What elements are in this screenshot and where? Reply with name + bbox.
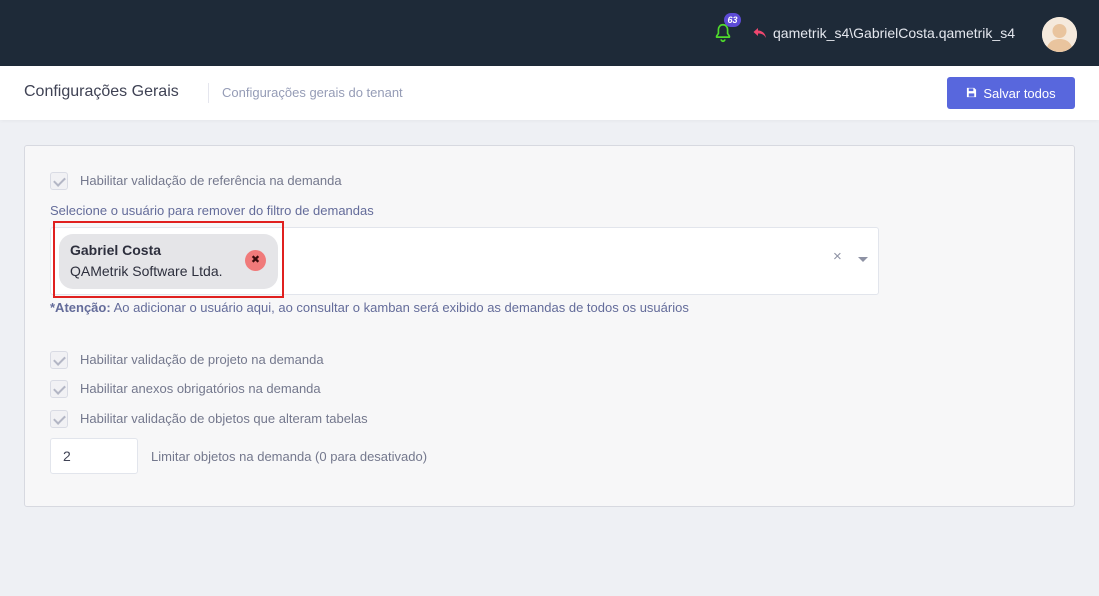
remove-user-icon[interactable]: ✖ — [245, 250, 266, 271]
user-name[interactable]: qametrik_s4\GabrielCosta.qametrik_s4 — [773, 25, 1015, 41]
subheader-separator — [208, 83, 209, 103]
reference-validation-checkbox[interactable] — [50, 172, 68, 190]
chevron-down-icon[interactable] — [858, 257, 868, 262]
attention-text: Ao adicionar o usuário aqui, ao consulta… — [110, 300, 689, 315]
avatar[interactable] — [1042, 17, 1077, 52]
reference-validation-label: Habilitar validação de referência na dem… — [80, 173, 342, 188]
objects-validation-label: Habilitar validação de objetos que alter… — [80, 411, 368, 426]
page-title: Configurações Gerais — [24, 83, 179, 100]
user-select-label: Selecione o usuário para remover do filt… — [50, 203, 374, 218]
object-limit-label: Limitar objetos na demanda (0 para desat… — [151, 449, 428, 464]
selected-user-company: QAMetrik Software Ltda. — [70, 263, 223, 279]
save-icon — [966, 86, 977, 101]
attention-note: *Atenção: Ao adicionar o usuário aqui, a… — [50, 300, 689, 315]
save-all-label: Salvar todos — [983, 85, 1056, 101]
subheader: Configurações Gerais Configurações gerai… — [0, 66, 1099, 120]
project-validation-checkbox[interactable] — [50, 351, 68, 369]
attention-prefix: *Atenção: — [50, 300, 111, 315]
switch-account-icon[interactable] — [752, 25, 768, 41]
required-attachments-checkbox[interactable] — [50, 380, 68, 398]
save-all-button[interactable]: Salvar todos — [947, 77, 1075, 109]
project-validation-label: Habilitar validação de projeto na demand… — [80, 352, 324, 367]
selected-user-name: Gabriel Costa — [70, 242, 162, 258]
page-description: Configurações gerais do tenant — [222, 85, 403, 100]
required-attachments-label: Habilitar anexos obrigatórios na demanda — [80, 381, 321, 396]
object-limit-input[interactable] — [50, 438, 138, 474]
notification-count-badge: 63 — [724, 13, 741, 27]
objects-validation-checkbox[interactable] — [50, 410, 68, 428]
clear-selection-icon[interactable]: × — [833, 248, 842, 265]
